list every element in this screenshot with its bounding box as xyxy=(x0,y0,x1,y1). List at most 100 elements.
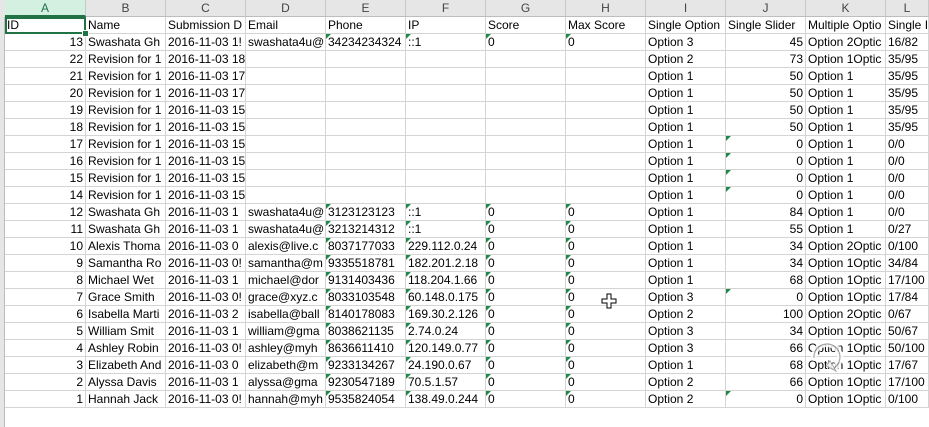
cell[interactable]: 0 xyxy=(726,187,806,204)
cell[interactable]: 0 xyxy=(486,340,566,357)
cell[interactable]: 17/100 xyxy=(886,272,929,289)
column-header-j[interactable]: J xyxy=(726,0,806,17)
cell[interactable] xyxy=(406,136,486,153)
cell[interactable]: Option 1 xyxy=(806,85,886,102)
cell[interactable]: 17/84 xyxy=(886,289,929,306)
cell[interactable]: 0 xyxy=(486,204,566,221)
cell[interactable]: 66 xyxy=(726,340,806,357)
cell[interactable]: Option 3 xyxy=(646,323,726,340)
cell[interactable]: Option 1 xyxy=(646,204,726,221)
column-header-h[interactable]: H xyxy=(566,0,646,17)
column-header-k[interactable]: K xyxy=(806,0,886,17)
cell[interactable] xyxy=(406,68,486,85)
cell[interactable]: 0/100 xyxy=(886,391,929,408)
cell[interactable]: 0 xyxy=(486,238,566,255)
cell[interactable]: 21 xyxy=(5,68,86,85)
cell[interactable] xyxy=(486,51,566,68)
cell[interactable]: 229.112.0.24 xyxy=(406,238,486,255)
cell[interactable]: 0 xyxy=(486,221,566,238)
cell[interactable]: 50/67 xyxy=(886,323,929,340)
cell[interactable]: 8140178083 xyxy=(326,306,406,323)
cell[interactable]: 138.49.0.244 xyxy=(406,391,486,408)
cell[interactable]: Option 1 xyxy=(806,102,886,119)
cell[interactable]: 50 xyxy=(726,119,806,136)
cell[interactable]: Samantha Ro xyxy=(86,255,166,272)
cell[interactable]: 8037177033 xyxy=(326,238,406,255)
cell[interactable]: Option 3 xyxy=(646,34,726,51)
cell[interactable]: 68 xyxy=(726,357,806,374)
cell[interactable] xyxy=(326,136,406,153)
cell[interactable]: william@gma xyxy=(246,323,326,340)
cell[interactable]: 18 xyxy=(5,119,86,136)
cell[interactable]: 13 xyxy=(5,34,86,51)
cell[interactable]: 2 xyxy=(5,374,86,391)
cell[interactable]: 0 xyxy=(486,34,566,51)
cell[interactable]: 68 xyxy=(726,272,806,289)
cell[interactable] xyxy=(246,136,326,153)
cell[interactable]: 7 xyxy=(5,289,86,306)
cell[interactable]: Option 1 xyxy=(806,170,886,187)
cell[interactable] xyxy=(406,85,486,102)
cell[interactable]: swashata4u@ xyxy=(246,34,326,51)
cell[interactable]: 10 xyxy=(5,238,86,255)
cell[interactable]: Option 2 xyxy=(646,374,726,391)
cell[interactable]: 118.204.1.66 xyxy=(406,272,486,289)
cell[interactable]: 19 xyxy=(5,102,86,119)
cell[interactable] xyxy=(406,170,486,187)
cell[interactable]: 35/95 xyxy=(886,85,929,102)
cell[interactable]: Option 1 xyxy=(806,221,886,238)
cell[interactable]: Option 3 xyxy=(646,340,726,357)
cell[interactable]: Option 1 xyxy=(646,136,726,153)
cell[interactable]: 45 xyxy=(726,34,806,51)
cell[interactable]: Michael Wet xyxy=(86,272,166,289)
cell[interactable] xyxy=(566,153,646,170)
cell[interactable]: Option 1 xyxy=(646,255,726,272)
cell[interactable]: 17/100 xyxy=(886,374,929,391)
cell[interactable]: Option 1 xyxy=(646,102,726,119)
cell[interactable]: 0 xyxy=(486,374,566,391)
cell[interactable]: 3 xyxy=(5,357,86,374)
cell[interactable]: elizabeth@m xyxy=(246,357,326,374)
header-cell[interactable]: Max Score xyxy=(566,17,646,34)
cell[interactable] xyxy=(486,187,566,204)
cell[interactable]: 34 xyxy=(726,255,806,272)
cell[interactable]: 34 xyxy=(726,323,806,340)
cell[interactable]: 120.149.0.77 xyxy=(406,340,486,357)
cell[interactable]: ashley@myh xyxy=(246,340,326,357)
cell[interactable] xyxy=(486,119,566,136)
cell[interactable]: Option 1 xyxy=(646,68,726,85)
column-header-b[interactable]: B xyxy=(86,0,166,17)
cell[interactable]: Option 1Optic xyxy=(806,272,886,289)
cell[interactable]: 16/82 xyxy=(886,34,929,51)
cell[interactable]: 9335518781 xyxy=(326,255,406,272)
cell[interactable]: 6 xyxy=(5,306,86,323)
cell[interactable] xyxy=(246,51,326,68)
cell[interactable]: 70.5.1.57 xyxy=(406,374,486,391)
cell[interactable] xyxy=(406,119,486,136)
cell[interactable]: 0 xyxy=(566,204,646,221)
cell[interactable]: Option 1 xyxy=(646,153,726,170)
column-header-f[interactable]: F xyxy=(406,0,486,17)
cell[interactable]: 17 xyxy=(5,136,86,153)
cell[interactable]: 0 xyxy=(566,238,646,255)
cell[interactable]: Option 1Optic xyxy=(806,289,886,306)
cell[interactable]: 0 xyxy=(566,357,646,374)
cell[interactable]: Revision for 1 xyxy=(86,102,166,119)
cell[interactable]: 8636611410 xyxy=(326,340,406,357)
cell[interactable]: 34/84 xyxy=(886,255,929,272)
cell[interactable]: grace@xyz.c xyxy=(246,289,326,306)
header-cell[interactable]: Single Slider xyxy=(726,17,806,34)
cell[interactable]: 66 xyxy=(726,374,806,391)
cell[interactable]: 100 xyxy=(726,306,806,323)
cell[interactable]: 2016-11-03 0! xyxy=(166,391,246,408)
cell[interactable]: 4 xyxy=(5,340,86,357)
cell[interactable]: Option 2Optic xyxy=(806,34,886,51)
cell[interactable]: 0/0 xyxy=(886,187,929,204)
cell[interactable]: Option 1Optic xyxy=(806,374,886,391)
cell[interactable]: 9535824054 xyxy=(326,391,406,408)
cell[interactable]: 3213214312 xyxy=(326,221,406,238)
cell[interactable]: michael@dor xyxy=(246,272,326,289)
cell[interactable]: 2016-11-03 1 xyxy=(166,204,246,221)
cell[interactable]: 11 xyxy=(5,221,86,238)
column-header-l[interactable]: L xyxy=(886,0,929,17)
